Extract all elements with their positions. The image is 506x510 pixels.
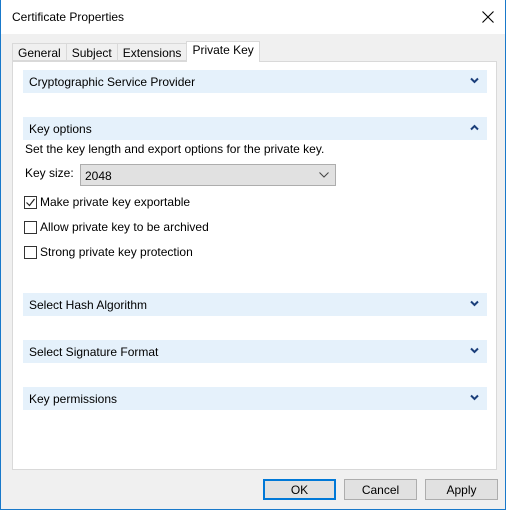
ok-button[interactable]: OK: [263, 479, 336, 500]
tab-extensions[interactable]: Extensions: [116, 43, 187, 61]
window-title: Certificate Properties: [12, 10, 125, 24]
key-size-label: Key size:: [25, 166, 74, 180]
section-signature-label: Select Signature Format: [29, 345, 159, 359]
checkbox-strong-protection[interactable]: Strong private key protection: [24, 244, 193, 260]
title-bar: Certificate Properties: [1, 0, 505, 34]
chevron-up-icon: [470, 124, 479, 131]
apply-button[interactable]: Apply: [425, 479, 498, 500]
cancel-button[interactable]: Cancel: [344, 479, 417, 500]
section-csp-header[interactable]: Cryptographic Service Provider: [23, 70, 487, 93]
checkbox-label: Strong private key protection: [40, 245, 193, 259]
close-button[interactable]: [471, 0, 505, 34]
chevron-down-icon: [319, 172, 329, 178]
key-options-description: Set the key length and export options fo…: [25, 142, 325, 156]
checkbox-label: Make private key exportable: [40, 195, 191, 209]
section-csp-label: Cryptographic Service Provider: [29, 75, 196, 89]
chevron-down-icon: [470, 347, 479, 354]
checkbox-label: Allow private key to be archived: [40, 220, 209, 234]
certificate-properties-dialog: Certificate Properties General Subject E…: [0, 0, 506, 510]
section-key-options-header[interactable]: Key options: [23, 117, 487, 140]
section-key-options-label: Key options: [29, 122, 92, 136]
tab-general[interactable]: General: [12, 43, 66, 61]
tab-strip: General Subject Extensions Private Key: [12, 41, 260, 62]
close-icon: [482, 11, 494, 23]
key-size-value: 2048: [85, 169, 112, 183]
section-permissions-label: Key permissions: [29, 392, 118, 406]
section-signature-header[interactable]: Select Signature Format: [23, 340, 487, 363]
section-hash-header[interactable]: Select Hash Algorithm: [23, 293, 487, 316]
section-hash-label: Select Hash Algorithm: [29, 298, 148, 312]
chevron-down-icon: [470, 394, 479, 401]
checkbox-box[interactable]: [24, 195, 37, 209]
checkbox-archived[interactable]: Allow private key to be archived: [24, 219, 209, 235]
chevron-down-icon: [470, 77, 479, 84]
private-key-panel: Cryptographic Service Provider Key optio…: [12, 61, 497, 470]
checkbox-box[interactable]: [24, 245, 37, 259]
section-permissions-header[interactable]: Key permissions: [23, 387, 487, 410]
chevron-down-icon: [470, 300, 479, 307]
key-size-dropdown[interactable]: 2048: [80, 164, 336, 186]
tab-subject[interactable]: Subject: [65, 43, 117, 61]
checkmark-icon: [26, 198, 35, 206]
tab-private-key[interactable]: Private Key: [186, 41, 260, 62]
checkbox-box[interactable]: [24, 220, 37, 234]
checkbox-exportable[interactable]: Make private key exportable: [24, 194, 190, 210]
